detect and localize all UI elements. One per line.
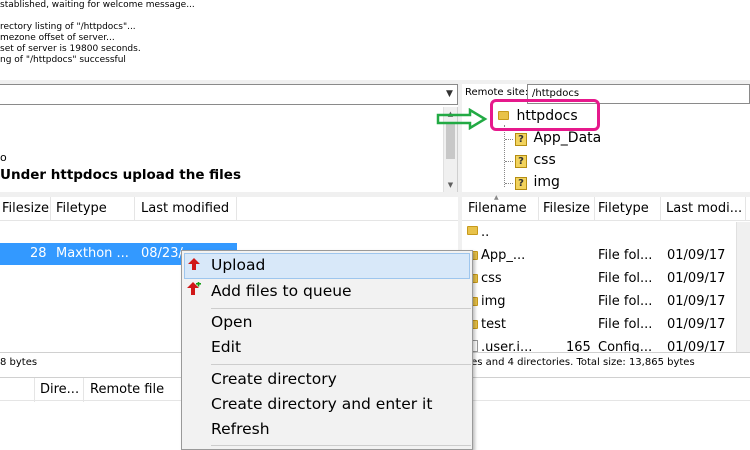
cell-filetype: File fol... [598,294,653,309]
log-line: set of server is 19800 seconds. [0,44,141,54]
column-header-last-modified[interactable]: Last modified [141,201,229,216]
column-header-filetype[interactable]: Filetype [598,201,649,216]
remote-status-bar: files and 4 directories. Total size: 13,… [462,352,750,372]
tree-item-label: css [533,152,556,168]
local-path-field[interactable] [0,84,458,105]
unknown-folder-icon: ? [515,133,527,146]
remote-list-scrollbar[interactable] [736,222,750,352]
unknown-folder-icon: ? [515,155,527,168]
column-header-filetype[interactable]: Filetype [56,201,107,216]
menu-item-create-directory[interactable]: Create directory [211,370,337,388]
tree-item-css[interactable]: ? css [515,152,556,168]
table-row[interactable]: .user.i... 165 Config... 01/09/17 [462,337,750,352]
cell-filename: .user.i... [481,340,533,352]
column-header-direction[interactable]: Dire... [40,382,79,397]
cell-modified: 01/09/17 [667,248,726,263]
local-list-header: Filesize Filetype Last modified [0,197,458,221]
cell-filename: css [481,271,502,286]
menu-item-create-directory-and-enter[interactable]: Create directory and enter it [211,395,432,413]
cell-modified: 01/09/17 [667,294,726,309]
table-row[interactable]: .. [462,222,750,245]
cell-modified: 01/09/17 [667,271,726,286]
menu-separator [211,445,471,446]
message-log: stablished, waiting for welcome message.… [0,0,750,80]
cell-filetype: File fol... [598,271,653,286]
cell-modified: 01/09/17 [667,317,726,332]
cell-filename: .. [481,225,490,240]
unknown-folder-icon: ? [515,177,527,190]
cell-filetype: File fol... [598,248,653,263]
cell-filetype: Maxthon ... [56,246,129,261]
tree-item-label: img [533,174,560,190]
folder-icon [467,226,478,235]
tree-item-label: App_Data [533,130,602,146]
log-line: rectory listing of "/httpdocs"... [0,22,136,32]
log-line: mezone offset of server... [0,33,115,43]
table-row[interactable]: test File fol... 01/09/17 [462,314,750,337]
sort-up-icon: ▲ [494,194,499,201]
menu-separator [211,364,471,365]
log-line: ng of "/httpdocs" successful [0,55,126,65]
highlight-annotation-box [490,99,600,131]
add-to-queue-icon [187,282,201,295]
menu-item-edit[interactable]: Edit [211,338,241,356]
tree-item-app-data[interactable]: ? App_Data [515,130,601,146]
scroll-down-icon[interactable]: ▼ [444,178,457,192]
upload-icon [188,258,200,270]
column-header-filesize[interactable]: Filesize [2,201,49,216]
arrow-right-icon [436,108,488,130]
menu-item-refresh[interactable]: Refresh [211,420,270,438]
cell-filesize: 165 [566,340,591,352]
menu-separator [211,308,471,309]
cell-filename: App_... [481,248,526,263]
menu-item-open[interactable]: Open [211,313,252,331]
column-header-filesize[interactable]: Filesize [543,201,590,216]
cell-modified: 08/23/ [141,246,183,261]
column-header-last-modified[interactable]: Last modi... [666,201,742,216]
cell-filetype: Config... [598,340,653,352]
chevron-down-icon[interactable]: ▼ [443,86,456,103]
cell-filetype: File fol... [598,317,653,332]
log-line: stablished, waiting for welcome message.… [0,0,195,10]
cell-modified: 01/09/17 [667,340,726,352]
column-header-filename[interactable]: Filename [468,201,527,216]
cell-filename: test [481,317,506,332]
tree-item-fragment[interactable]: o [0,151,7,164]
column-header-remote-file[interactable]: Remote file [90,382,164,397]
menu-item-add-files-to-queue[interactable]: Add files to queue [211,282,352,300]
context-menu: Upload Add files to queue Open Edit Crea… [181,250,473,450]
remote-list-header: Filename ▲ Filesize Filetype Last modi..… [462,194,750,221]
table-row[interactable]: css File fol... 01/09/17 [462,268,750,291]
cell-filesize: 28 [30,246,47,261]
annotation-text: Under httpdocs upload the files [0,167,242,183]
table-row[interactable]: App_... File fol... 01/09/17 [462,245,750,268]
tree-item-img[interactable]: ? img [515,174,560,190]
menu-item-upload[interactable]: Upload [211,256,265,274]
remote-site-label: Remote site: [465,87,529,98]
cell-filename: img [481,294,506,309]
table-row[interactable]: img File fol... 01/09/17 [462,291,750,314]
